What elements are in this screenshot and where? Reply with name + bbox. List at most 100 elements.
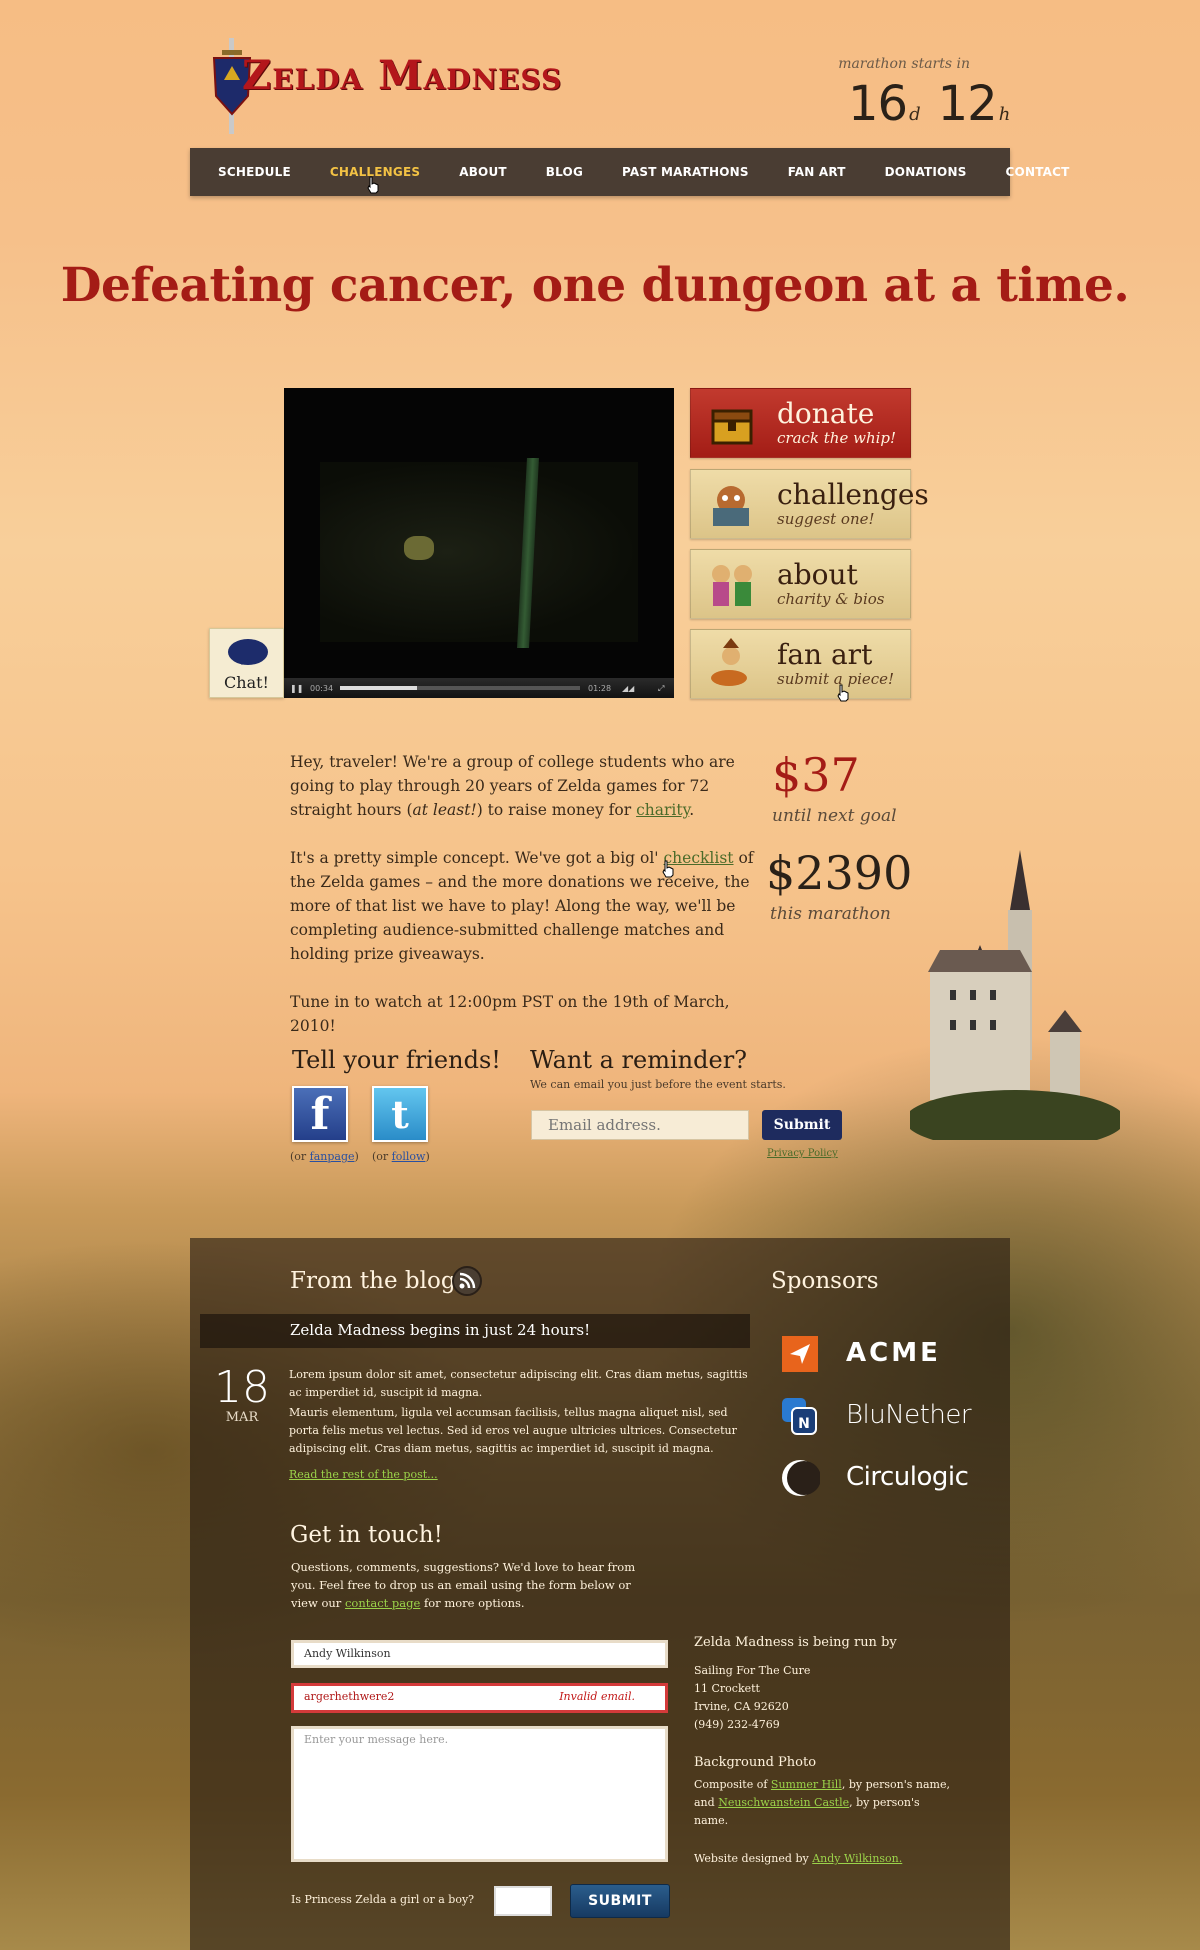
org-street: 11 Crockett — [694, 1682, 760, 1695]
challenges-sub: suggest one! — [777, 510, 875, 528]
video-progress-bar[interactable] — [340, 686, 580, 690]
monster-sprite-icon — [713, 486, 749, 526]
rss-icon[interactable] — [452, 1266, 482, 1296]
chat-button[interactable]: Chat! — [209, 628, 284, 698]
twitter-icon[interactable]: t — [372, 1086, 428, 1142]
sponsor-circulogic-name: Circulogic — [846, 1462, 969, 1492]
contact-page-link[interactable]: contact page — [345, 1596, 420, 1610]
castle-image — [910, 850, 1120, 1140]
sponsor-blunether[interactable]: N BluNether — [780, 1394, 980, 1436]
contact-email-field[interactable]: argerhethwere2 Invalid email. — [291, 1683, 668, 1713]
video-current-time: 00:34 — [310, 684, 334, 693]
follow-link[interactable]: follow — [392, 1150, 426, 1163]
next-goal-label: until next goal — [772, 806, 897, 826]
org-name: Sailing For The Cure — [694, 1664, 811, 1677]
video-player[interactable]: ❚❚ 00:34 01:28 ◢◢ ⤢ — [284, 388, 674, 698]
countdown-timer: 16 d 12 h — [848, 76, 1027, 132]
hero-tagline: Defeating cancer, one dungeon at a time. — [60, 258, 1130, 313]
reminder-heading: Want a reminder? — [530, 1046, 748, 1074]
nav-about[interactable]: ABOUT — [459, 165, 507, 179]
bg-photo-credit: Composite of Summer Hill, by person's na… — [694, 1778, 950, 1827]
blog-heading: From the blog — [290, 1268, 456, 1294]
countdown-hours: 12 — [937, 76, 998, 132]
total-raised-amount: $2390 — [766, 846, 913, 900]
about-title: about — [777, 558, 858, 591]
contact-heading: Get in touch! — [290, 1522, 443, 1548]
contact-email-value: argerhethwere2 — [304, 1690, 395, 1703]
countdown-days: 16 — [848, 76, 908, 132]
intro-text: Hey, traveler! We're a group of college … — [290, 750, 754, 1062]
reminder-sub: We can email you just before the event s… — [530, 1078, 786, 1091]
sponsors-heading: Sponsors — [771, 1268, 879, 1294]
fan-art-button[interactable]: fan art submit a piece! — [690, 629, 911, 699]
hand-cursor-icon — [837, 684, 849, 702]
privacy-policy-link[interactable]: Privacy Policy — [767, 1148, 838, 1159]
site-logo[interactable]: Zelda Madness — [212, 38, 562, 136]
neuschwanstein-link[interactable]: Neuschwanstein Castle — [718, 1796, 849, 1809]
video-controls: ❚❚ 00:34 01:28 ◢◢ ⤢ — [284, 678, 674, 698]
captcha-input[interactable] — [494, 1886, 552, 1916]
circulogic-logo-icon — [782, 1460, 820, 1496]
read-more-link[interactable]: Read the rest of the post... — [289, 1468, 438, 1481]
acme-logo-icon — [782, 1336, 818, 1372]
nav-donations[interactable]: DONATIONS — [885, 165, 967, 179]
nav-fan-art[interactable]: FAN ART — [788, 165, 846, 179]
reminder-email-input[interactable] — [531, 1110, 749, 1140]
pause-icon[interactable]: ❚❚ — [290, 684, 303, 693]
contact-message-field[interactable]: Enter your message here. — [291, 1726, 668, 1862]
sponsor-blunether-name: BluNether — [846, 1400, 972, 1430]
sponsor-acme[interactable]: ACME — [780, 1332, 980, 1374]
nav-blog[interactable]: BLOG — [546, 165, 583, 179]
nav-schedule[interactable]: SCHEDULE — [218, 165, 291, 179]
countdown-days-unit: d — [909, 104, 920, 125]
donate-sub: crack the whip! — [777, 429, 897, 447]
org-city: Irvine, CA 92620 — [694, 1700, 789, 1713]
design-credit: Website designed by Andy Wilkinson. — [694, 1852, 903, 1865]
chat-label: Chat! — [224, 673, 269, 692]
sponsor-acme-name: ACME — [846, 1338, 941, 1368]
contact-submit-button[interactable]: SUBMIT — [570, 1884, 670, 1918]
twitter-note: (or follow) — [372, 1150, 430, 1163]
donate-title: donate — [777, 397, 875, 430]
blog-paragraph-2: Mauris elementum, ligula vel accumsan fa… — [289, 1406, 737, 1455]
org-phone: (949) 232-4769 — [694, 1718, 780, 1731]
nav-contact[interactable]: CONTACT — [1006, 165, 1070, 179]
fullscreen-icon[interactable]: ⤢ — [658, 684, 664, 694]
video-progress-fill — [340, 686, 417, 690]
blog-date-day: 18 — [214, 1362, 270, 1413]
intro-paragraph-3: Tune in to watch at 12:00pm PST on the 1… — [290, 993, 730, 1035]
intro-paragraph-2: It's a pretty simple concept. We've got … — [290, 849, 754, 963]
facebook-icon[interactable]: f — [292, 1086, 348, 1142]
facebook-note: (or fanpage) — [290, 1150, 359, 1163]
countdown-hours-unit: h — [998, 104, 1011, 125]
volume-icon[interactable]: ◢◢ — [622, 684, 634, 693]
reminder-submit-button[interactable]: Submit — [762, 1110, 842, 1140]
bg-photo-heading: Background Photo — [694, 1755, 817, 1770]
fanpage-link[interactable]: fanpage — [310, 1150, 355, 1163]
challenges-title: challenges — [777, 478, 929, 511]
challenges-button[interactable]: challenges suggest one! — [690, 469, 929, 539]
blog-post-title[interactable]: Zelda Madness begins in just 24 hours! — [200, 1314, 750, 1348]
total-raised-label: this marathon — [770, 904, 891, 924]
blog-paragraph-1: Lorem ipsum dolor sit amet, consectetur … — [289, 1368, 748, 1399]
fan-art-title: fan art — [777, 638, 873, 671]
summer-hill-link[interactable]: Summer Hill — [771, 1778, 842, 1791]
blog-excerpt: Lorem ipsum dolor sit amet, consectetur … — [289, 1366, 751, 1486]
contact-name-field[interactable]: Andy Wilkinson — [291, 1640, 668, 1668]
treasure-chest-icon — [711, 409, 753, 445]
hand-cursor-icon — [662, 860, 674, 878]
characters-sprite-icon — [712, 565, 752, 606]
charity-link[interactable]: charity — [636, 801, 689, 819]
contact-name-value: Andy Wilkinson — [304, 1647, 391, 1660]
intro-paragraph-1: Hey, traveler! We're a group of college … — [290, 753, 735, 819]
contact-message-placeholder: Enter your message here. — [304, 1733, 449, 1746]
about-button[interactable]: about charity & bios — [690, 549, 911, 619]
logo-text: Zelda Madness — [242, 52, 563, 99]
blunether-logo-icon: N — [782, 1398, 817, 1435]
nav-past-marathons[interactable]: PAST MARATHONS — [622, 165, 749, 179]
sponsor-circulogic[interactable]: Circulogic — [780, 1456, 980, 1498]
designer-link[interactable]: Andy Wilkinson. — [812, 1852, 902, 1865]
contact-intro: Questions, comments, suggestions? We'd l… — [291, 1560, 636, 1610]
blog-date-month: MAR — [225, 1410, 259, 1425]
donate-button[interactable]: donate crack the whip! — [690, 388, 911, 458]
